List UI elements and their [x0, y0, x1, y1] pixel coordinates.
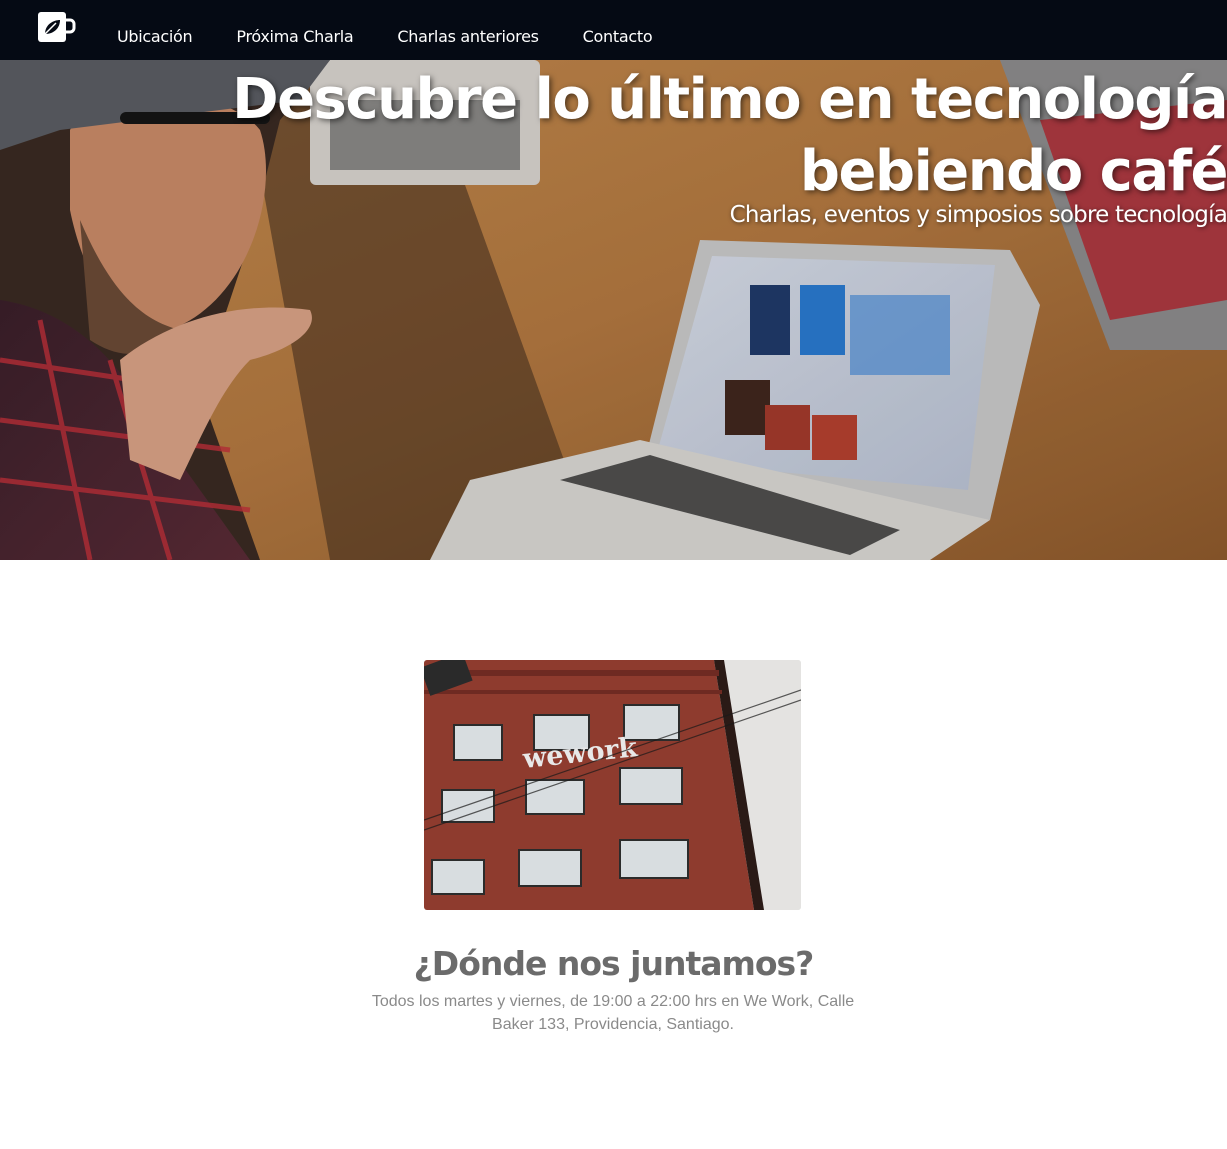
location-description: Todos los martes y viernes, de 19:00 a 2…	[371, 993, 855, 1033]
nav-links: Ubicación Próxima Charla Charlas anterio…	[117, 27, 696, 46]
location-title: ¿Dónde nos juntamos?	[413, 944, 815, 983]
hero-subtitle: Charlas, eventos y simposios sobre tecno…	[729, 202, 1227, 228]
nav-link-proxima-charla[interactable]: Próxima Charla	[236, 27, 353, 46]
venue-photo: wework	[424, 660, 801, 910]
location-section: wework ¿Dónde nos juntamos? Todos los ma…	[0, 560, 1227, 1149]
hero-banner: Descubre lo último en tecnología bebiend…	[0, 60, 1227, 560]
nav-link-charlas-anteriores[interactable]: Charlas anteriores	[397, 27, 539, 46]
hero-title: Descubre lo último en tecnología bebiend…	[232, 67, 1227, 204]
logo-coffee-mug-icon[interactable]	[36, 10, 76, 46]
nav-link-contacto[interactable]: Contacto	[583, 27, 653, 46]
nav-link-ubicacion[interactable]: Ubicación	[117, 27, 193, 46]
navbar: Ubicación Próxima Charla Charlas anterio…	[0, 0, 1227, 60]
